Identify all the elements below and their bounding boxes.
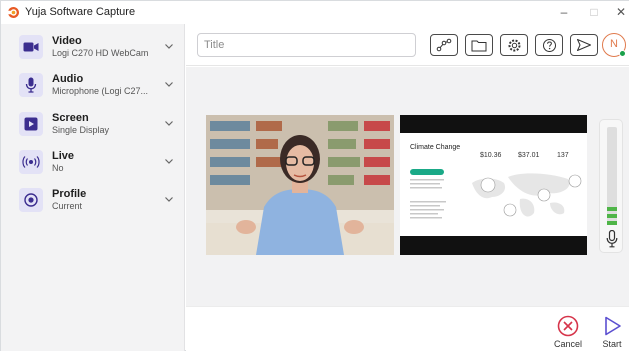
broadcast-icon [19,150,43,174]
cancel-icon [557,315,579,337]
chevron-down-icon[interactable] [163,193,175,205]
start-button[interactable]: Start [595,313,629,351]
sidebar-item-value: Current [52,201,83,211]
app-window: Yuja Software Capture – □ ✕ Video Logi C… [0,0,629,351]
chevron-down-icon[interactable] [163,40,175,52]
preview-canvas: Climate Change $10.36 $37.01 137 [186,67,629,306]
sidebar-item-label: Live [52,150,75,162]
webcam-preview [206,115,394,255]
bottom-action-bar: Cancel Start [186,306,629,351]
sidebar-item-label: Profile [52,188,87,200]
play-icon [605,316,621,336]
title-bar: Yuja Software Capture – □ ✕ [1,1,629,24]
toolbar: N [186,24,629,66]
folder-button[interactable] [465,34,493,56]
microphone-icon [606,230,618,248]
presenter-image [206,115,394,255]
share-icon [436,38,452,52]
yuja-logo-icon [8,7,19,18]
screen-icon [19,112,43,136]
folder-icon [471,40,487,51]
sidebar-item-profile[interactable]: Profile Current [1,183,185,219]
profile-icon [19,188,43,212]
webcam-icon [19,35,43,59]
chevron-down-icon[interactable] [163,155,175,167]
share-button[interactable] [430,34,458,56]
cancel-button[interactable]: Cancel [551,313,585,351]
settings-button[interactable] [500,34,528,56]
meter-segment [607,221,617,225]
sidebar-item-live[interactable]: Live No [1,145,185,181]
microphone-icon [19,73,43,97]
audio-level-meter [599,119,623,253]
start-label: Start [602,339,622,349]
sidebar-item-value: Single Display [52,125,110,135]
title-input[interactable] [197,33,416,57]
sidebar-item-screen[interactable]: Screen Single Display [1,107,185,143]
cancel-label: Cancel [553,339,582,349]
sidebar-item-label: Screen [52,112,89,124]
sidebar-item-value: Microphone (Logi C27... [52,86,149,96]
sidebar-item-value: Logi C270 HD WebCam [52,48,149,58]
settings-gear-icon [508,39,520,51]
sidebar-item-audio[interactable]: Audio Microphone (Logi C27... [1,68,185,104]
send-icon [577,39,591,51]
chevron-down-icon[interactable] [163,117,175,129]
send-button[interactable] [570,34,598,56]
minimize-button[interactable]: – [554,3,574,21]
chevron-down-icon[interactable] [163,78,175,90]
help-button[interactable] [535,34,563,56]
meter-segment [607,207,617,211]
close-button[interactable]: ✕ [611,3,629,21]
sidebar-item-label: Video [52,35,82,47]
screen-preview: Climate Change $10.36 $37.01 137 [400,115,587,255]
sidebar-item-value: No [52,163,64,173]
help-icon [542,38,556,52]
sidebar-item-video[interactable]: Video Logi C270 HD WebCam [1,30,185,66]
meter-segment [607,214,617,218]
main-panel: N [186,24,629,351]
slide-content: Climate Change $10.36 $37.01 137 [400,133,587,236]
world-map-graphic [410,173,582,219]
maximize-button[interactable]: □ [584,3,604,21]
sidebar-item-label: Audio [52,73,84,85]
online-status-dot [619,50,626,57]
sidebar: Video Logi C270 HD WebCam Audio Micropho… [1,24,185,351]
window-title: Yuja Software Capture [25,6,136,18]
